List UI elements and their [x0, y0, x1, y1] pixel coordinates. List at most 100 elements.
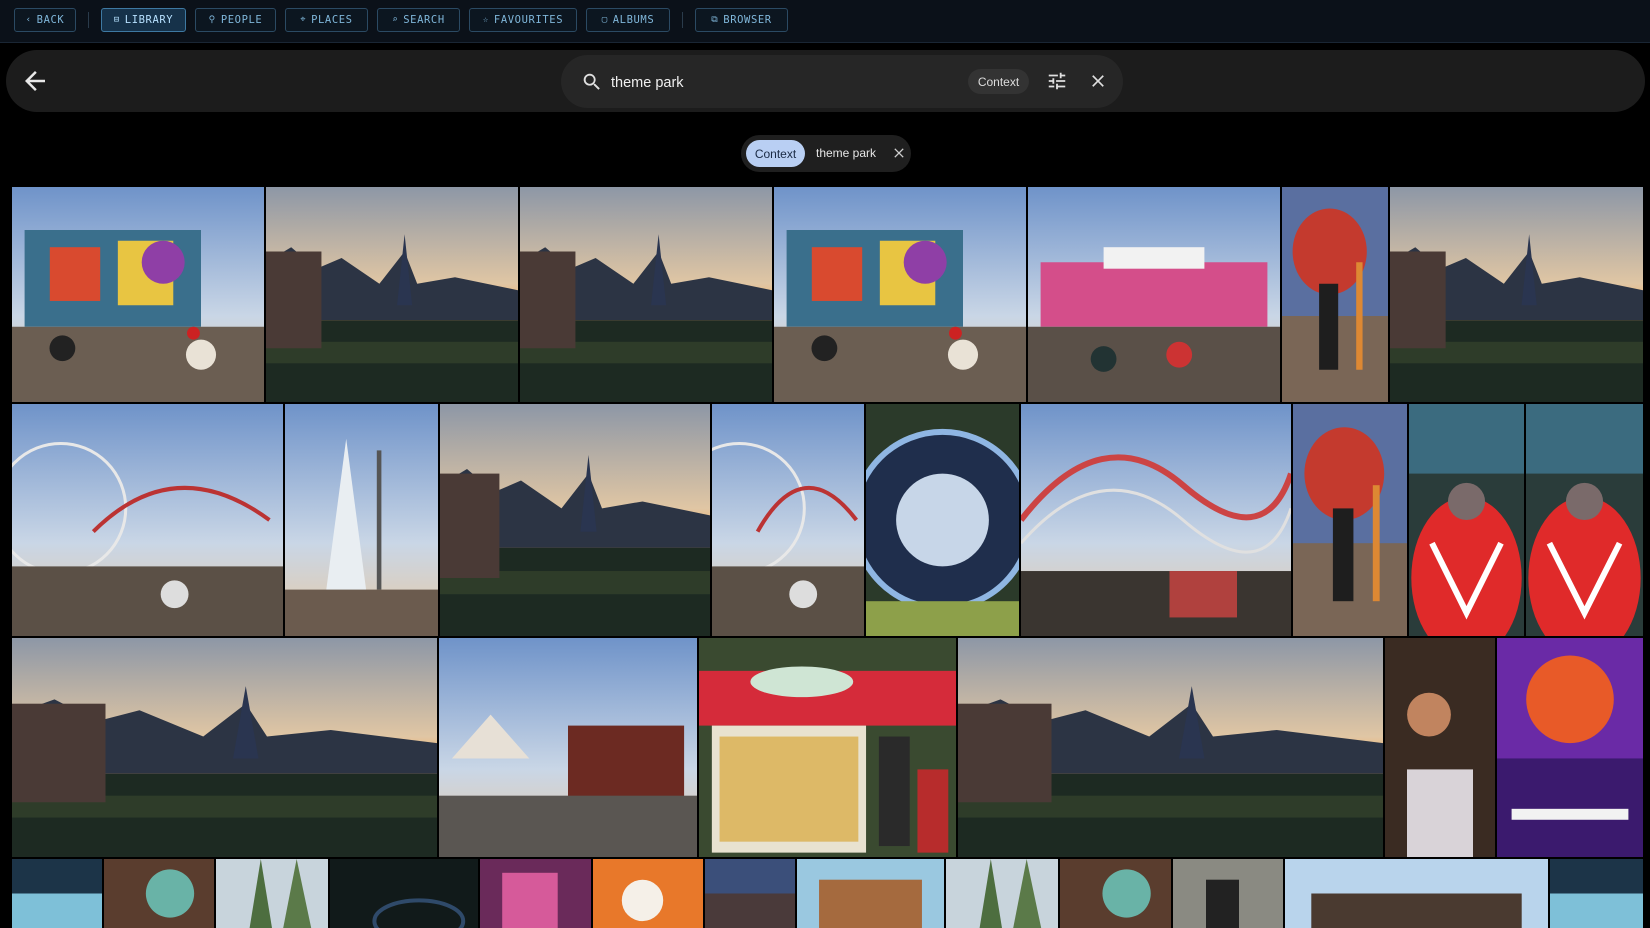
photo-image: [1390, 187, 1643, 402]
photo-image: [1285, 859, 1548, 928]
search-field: Context: [561, 55, 1123, 108]
filter-context-label: Context: [746, 140, 805, 167]
photo-thumbnail[interactable]: [1526, 404, 1643, 636]
photo-thumbnail[interactable]: [1497, 638, 1643, 857]
photo-image: [705, 859, 795, 928]
pin-icon: ⌖: [300, 15, 307, 25]
photo-image: [216, 859, 328, 928]
photo-image: [480, 859, 591, 928]
photo-thumbnail[interactable]: [1293, 404, 1407, 636]
photo-thumbnail[interactable]: [1060, 859, 1171, 928]
photo-thumbnail[interactable]: [285, 404, 438, 636]
nav-places-button[interactable]: ⌖ PLACES: [285, 8, 368, 32]
photo-thumbnail[interactable]: [330, 859, 478, 928]
active-filter-chip: Context theme park: [741, 135, 911, 172]
photo-image: [774, 187, 1026, 402]
photo-image: [699, 638, 956, 857]
photo-thumbnail[interactable]: [1390, 187, 1643, 402]
photo-image: [12, 187, 264, 402]
nav-divider: [88, 12, 89, 28]
back-arrow-icon[interactable]: [20, 66, 50, 96]
photo-image: [285, 404, 438, 636]
photo-thumbnail[interactable]: [216, 859, 328, 928]
nav-people-button[interactable]: ⚲ PEOPLE: [195, 8, 276, 32]
nav-browser-button[interactable]: ⧉ BROWSER: [695, 8, 788, 32]
chevron-left-icon: ‹: [25, 15, 32, 25]
photo-thumbnail[interactable]: [12, 404, 283, 636]
photo-thumbnail[interactable]: [1385, 638, 1495, 857]
nav-favourites-label: FAVOURITES: [493, 14, 564, 26]
photo-thumbnail[interactable]: [866, 404, 1019, 636]
photo-thumbnail[interactable]: [12, 859, 102, 928]
photo-thumbnail[interactable]: [1028, 187, 1280, 402]
photo-image: [440, 404, 710, 636]
photo-image: [1293, 404, 1407, 636]
photo-image: [520, 187, 772, 402]
photo-thumbnail[interactable]: [1173, 859, 1283, 928]
top-nav-bar: ‹ BACK ⊟ LIBRARY ⚲ PEOPLE ⌖ PLACES ⌕ SEA…: [0, 0, 1650, 43]
nav-library-label: LIBRARY: [124, 14, 174, 26]
photo-image: [946, 859, 1058, 928]
photo-thumbnail[interactable]: [1282, 187, 1388, 402]
photo-thumbnail[interactable]: [699, 638, 956, 857]
photo-thumbnail[interactable]: [958, 638, 1383, 857]
photo-thumbnail[interactable]: [520, 187, 772, 402]
context-mode-chip[interactable]: Context: [968, 69, 1029, 94]
photo-image: [12, 859, 102, 928]
library-icon: ⊟: [113, 15, 120, 25]
photo-image: [958, 638, 1383, 857]
photo-image: [1526, 404, 1643, 636]
nav-library-button[interactable]: ⊟ LIBRARY: [101, 8, 186, 32]
photo-thumbnail[interactable]: [1021, 404, 1291, 636]
nav-search-label: SEARCH: [403, 14, 445, 26]
nav-people-label: PEOPLE: [220, 14, 263, 26]
photo-thumbnail[interactable]: [266, 187, 518, 402]
photo-thumbnail[interactable]: [1285, 859, 1548, 928]
photo-image: [439, 638, 697, 857]
photo-image: [797, 859, 944, 928]
search-input[interactable]: [609, 68, 913, 98]
photo-image: [12, 638, 437, 857]
search-icon: ⌕: [392, 15, 399, 25]
photo-thumbnail[interactable]: [439, 638, 697, 857]
photo-thumbnail[interactable]: [712, 404, 864, 636]
photo-thumbnail[interactable]: [12, 638, 437, 857]
nav-divider: [682, 12, 683, 28]
close-icon[interactable]: [1088, 71, 1108, 91]
photo-thumbnail[interactable]: [705, 859, 795, 928]
person-icon: ⚲: [208, 15, 216, 25]
photo-image: [330, 859, 478, 928]
photo-thumbnail[interactable]: [593, 859, 703, 928]
nav-places-label: PLACES: [311, 14, 353, 26]
photo-thumbnail[interactable]: [104, 859, 214, 928]
photo-image: [1173, 859, 1283, 928]
photo-image: [104, 859, 214, 928]
photo-image: [1060, 859, 1171, 928]
photo-image: [12, 404, 283, 636]
photo-thumbnail[interactable]: [1409, 404, 1524, 636]
nav-back-button[interactable]: ‹ BACK: [14, 8, 76, 32]
nav-search-button[interactable]: ⌕ SEARCH: [377, 8, 460, 32]
photo-image: [1021, 404, 1291, 636]
photo-image: [866, 404, 1019, 636]
photo-thumbnail[interactable]: [797, 859, 944, 928]
photo-image: [1497, 638, 1643, 857]
nav-albums-button[interactable]: ▢ ALBUMS: [586, 8, 670, 32]
filter-term: theme park: [816, 146, 877, 160]
star-icon: ☆: [482, 15, 489, 25]
photo-thumbnail[interactable]: [440, 404, 710, 636]
nav-browser-label: BROWSER: [723, 14, 772, 26]
photo-thumbnail[interactable]: [12, 187, 264, 402]
photo-image: [1282, 187, 1388, 402]
nav-back-label: BACK: [36, 14, 65, 26]
tune-icon[interactable]: [1046, 70, 1068, 92]
photo-thumbnail[interactable]: [946, 859, 1058, 928]
close-icon[interactable]: [891, 145, 907, 161]
external-link-icon: ⧉: [711, 15, 719, 25]
photo-image: [712, 404, 864, 636]
photo-image: [1409, 404, 1524, 636]
nav-favourites-button[interactable]: ☆ FAVOURITES: [469, 8, 577, 32]
photo-thumbnail[interactable]: [1550, 859, 1643, 928]
photo-thumbnail[interactable]: [480, 859, 591, 928]
photo-thumbnail[interactable]: [774, 187, 1026, 402]
